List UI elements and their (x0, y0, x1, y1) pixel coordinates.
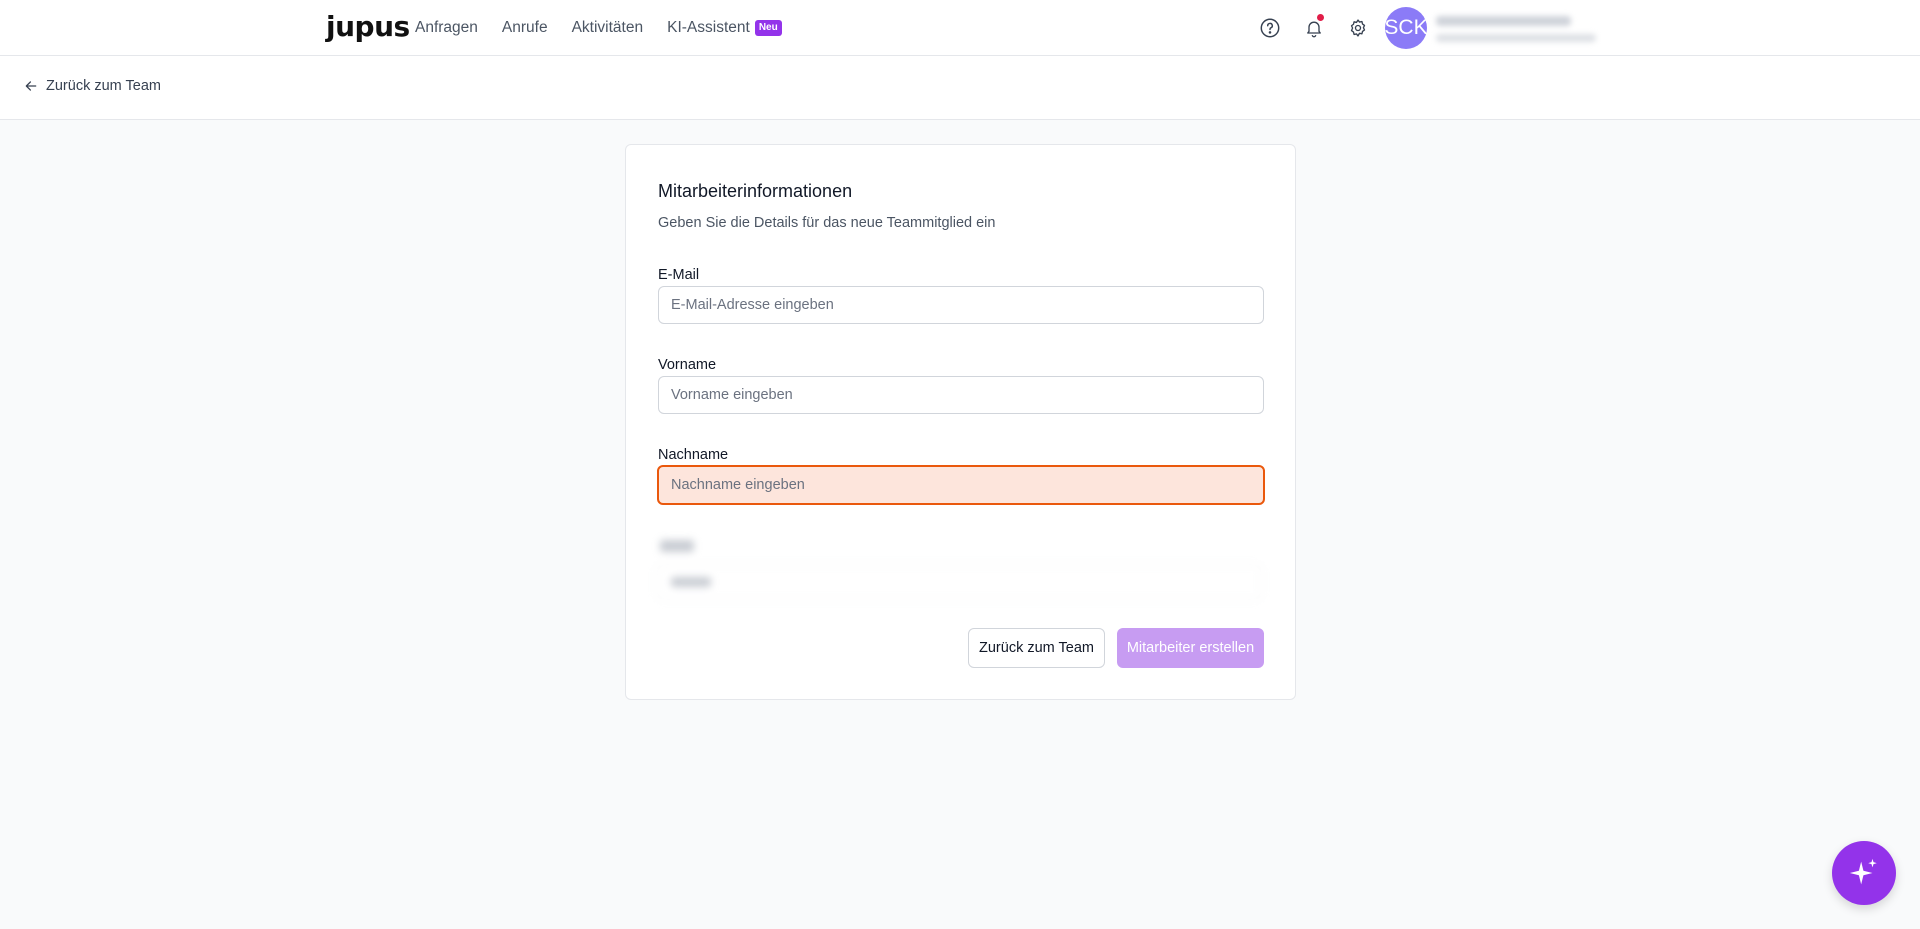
jupus-logo[interactable]: jupus (326, 10, 410, 43)
gear-icon (1350, 19, 1366, 37)
form-title: Mitarbeiterinformationen (658, 181, 853, 201)
last-name-field[interactable] (657, 465, 1265, 505)
nav-anrufe[interactable]: Anrufe (502, 19, 548, 37)
help-circle-icon (1260, 18, 1280, 38)
nav-anrufe-label: Anrufe (501, 19, 548, 36)
settings-button[interactable] (1344, 14, 1372, 42)
nav-aktivitaeten-label: Aktivitäten (571, 19, 644, 36)
email-field[interactable] (658, 286, 1264, 324)
user-avatar[interactable]: SCK (1384, 7, 1428, 49)
user-info-redacted (1436, 12, 1601, 46)
back-to-team-label: Zurück zum Team (46, 78, 161, 94)
employee-form-card: Mitarbeiterinformationen Geben Sie die D… (625, 144, 1296, 700)
blurred-role-select (656, 540, 1266, 610)
page-subheader: Zurück zum Team (0, 56, 1920, 120)
main-nav: Anfragen Anrufe Aktivitäten KI-Assistent… (415, 0, 782, 56)
form-subtitle: Geben Sie die Details für das neue Teamm… (658, 215, 996, 231)
notifications-button[interactable] (1300, 14, 1328, 42)
avatar-initials: SCK (1384, 16, 1428, 39)
create-employee-button[interactable]: Mitarbeiter erstellen (1117, 628, 1264, 668)
nav-ki-assistent[interactable]: KI-Assistent Neu (667, 19, 782, 37)
nav-anfragen[interactable]: Anfragen (415, 19, 478, 37)
email-label: E-Mail (658, 267, 700, 283)
back-to-team-link[interactable]: Zurück zum Team (24, 78, 161, 94)
nav-anfragen-label: Anfragen (415, 19, 478, 36)
notification-dot (1317, 14, 1324, 21)
new-badge: Neu (754, 20, 782, 36)
last-name-label: Nachname (658, 447, 729, 463)
first-name-field[interactable] (658, 376, 1264, 414)
arrow-left-icon (25, 81, 37, 91)
back-to-team-button[interactable]: Zurück zum Team (968, 628, 1105, 668)
bell-icon (1307, 21, 1321, 38)
nav-ki-assistent-label: KI-Assistent (667, 19, 750, 36)
first-name-label: Vorname (658, 357, 717, 373)
sparkle-icon (1849, 858, 1877, 885)
nav-aktivitaeten[interactable]: Aktivitäten (572, 19, 644, 37)
ai-assistant-fab[interactable] (1832, 841, 1896, 905)
help-button[interactable] (1256, 14, 1284, 42)
top-navbar: jupus Anfragen Anrufe Aktivitäten KI-Ass… (0, 0, 1920, 56)
